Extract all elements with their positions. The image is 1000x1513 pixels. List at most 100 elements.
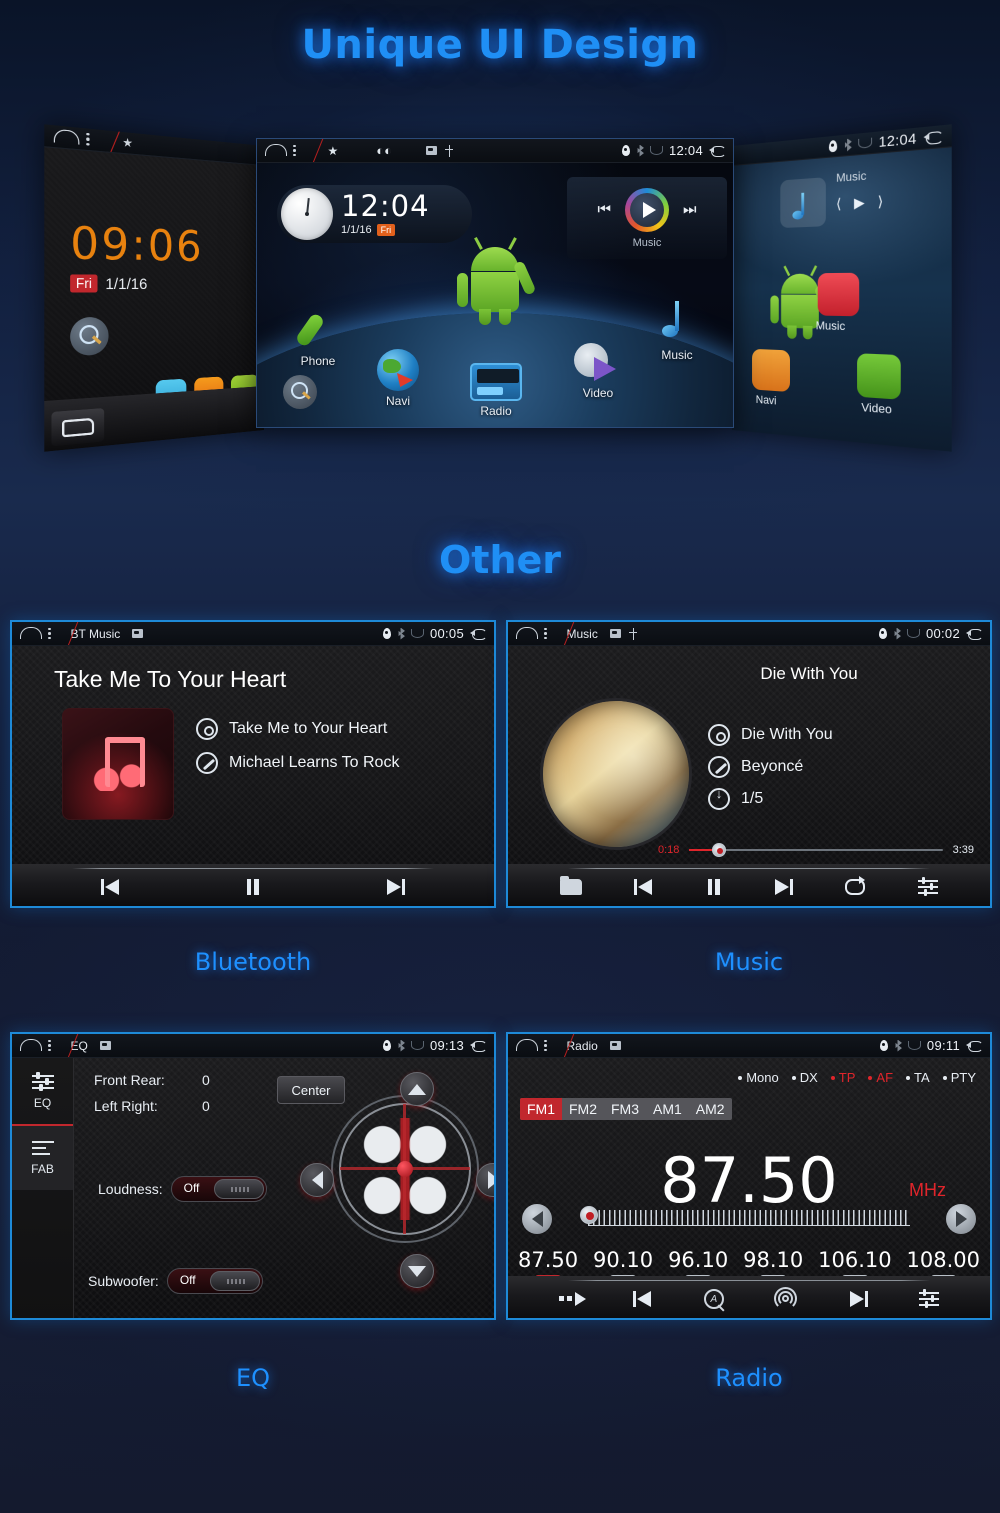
back-arrow-icon[interactable] [470,628,487,640]
fader-down-button[interactable] [400,1254,434,1288]
right-music-widget-card[interactable] [780,177,826,229]
flag-ta[interactable]: TA [906,1070,930,1085]
overflow-menu-icon[interactable] [86,132,90,146]
home-icon[interactable] [265,144,287,156]
flag-mono-label: Mono [746,1070,779,1085]
radio-statusbar-time: 09:11 [926,1038,960,1053]
center-statusbar-time: 12:04 [668,143,703,158]
home-icon[interactable] [516,627,538,639]
music-seek-slider[interactable] [689,843,943,857]
radio-tuner-icon [470,363,522,401]
center-clock-widget[interactable]: 12:04 1/1/16 Fri [277,185,472,243]
band-am2[interactable]: AM2 [689,1098,732,1120]
back-arrow-icon[interactable] [924,130,943,143]
next-button[interactable] [773,879,794,895]
artist-mic-icon [196,752,218,774]
flag-pty[interactable]: PTY [942,1070,976,1085]
play-icon[interactable] [625,187,669,232]
back-arrow-icon[interactable] [966,1040,983,1052]
radio-bottom-bar: A [508,1276,990,1318]
flag-mono[interactable]: Mono [738,1070,779,1085]
app-navi[interactable]: Navi [363,349,433,408]
apps-grid-icon[interactable]: ◐◐ [376,144,392,157]
tune-up-button[interactable] [946,1204,976,1234]
overflow-menu-icon[interactable] [48,1039,51,1052]
tab-fab[interactable]: FAB [12,1124,73,1190]
app-phone[interactable]: Phone [283,311,353,368]
tab-eq[interactable]: EQ [12,1058,73,1124]
tune-down-button[interactable] [522,1204,552,1234]
home-icon[interactable] [20,1039,42,1051]
location-pin-icon [878,628,887,639]
app-icon-video[interactable] [857,353,901,400]
fader-up-button[interactable] [400,1072,434,1106]
flag-tp[interactable]: TP [830,1070,855,1085]
back-arrow-icon[interactable] [709,145,726,157]
loudness-toggle[interactable]: Off [170,1176,267,1202]
overflow-menu-icon[interactable] [544,1039,547,1052]
pause-button[interactable] [707,879,721,895]
band-fm3[interactable]: FM3 [604,1098,646,1120]
overflow-menu-icon[interactable] [544,627,547,640]
app-radio[interactable]: Radio [454,363,538,418]
band-am1[interactable]: AM1 [646,1098,689,1120]
home-icon[interactable] [54,130,77,145]
folder-icon [560,876,583,895]
app-label-video: Video [582,386,614,400]
app-label-video: Video [861,401,892,417]
sd-card-icon [425,146,437,155]
center-music-widget[interactable]: ⏮ ⏭ Music [567,177,727,259]
band-fm1[interactable]: FM1 [520,1098,562,1120]
radio-dial-knob[interactable] [580,1206,598,1224]
app-video[interactable]: Video [563,343,633,400]
overflow-menu-icon[interactable] [48,627,51,640]
back-arrow-icon[interactable] [470,1040,487,1052]
radio-tuning-dial[interactable] [588,1210,910,1226]
equalizer-button[interactable] [918,1289,939,1308]
band-fm2[interactable]: FM2 [562,1098,604,1120]
car-seats-fader-icon[interactable] [330,1094,480,1244]
pause-button[interactable] [246,879,260,895]
seek-up-button[interactable] [848,1291,869,1307]
star-favorites-icon[interactable]: ★ [122,135,133,150]
music-progress[interactable]: 0:18 3:39 [658,843,974,857]
radio-flags: Mono DX TP AF TA PTY [738,1070,976,1085]
home-icon[interactable] [20,627,42,639]
eq-sliders-icon [31,1071,54,1091]
play-icon[interactable]: ▶ [854,194,865,212]
app-label-navi: Navi [755,393,777,408]
home-icon[interactable] [516,1039,538,1051]
fader-left-button[interactable] [300,1163,334,1197]
equalizer-button[interactable] [917,877,938,896]
flag-dx[interactable]: DX [791,1070,818,1085]
repeat-button[interactable] [845,876,866,895]
subwoofer-label: Subwoofer: [88,1273,159,1289]
flag-af-label: AF [876,1070,894,1085]
back-arrow-icon[interactable] [966,628,983,640]
auto-scan-button[interactable]: A [703,1289,724,1309]
skip-next-icon[interactable]: ⏭ [683,201,697,218]
next-button[interactable] [385,879,406,895]
usb-icon [445,144,454,157]
overflow-menu-icon[interactable] [293,144,296,157]
next-circle-icon[interactable]: ⟩ [878,193,884,211]
music-meta-index: 1/5 [708,786,833,810]
app-music[interactable]: Music [642,299,712,362]
car-icon[interactable] [51,408,105,447]
skip-previous-icon[interactable]: ⏮ [597,201,611,218]
star-favorites-icon[interactable]: ★ [328,144,339,158]
subwoofer-toggle[interactable]: Off [166,1268,263,1294]
search-magnifier-icon[interactable] [283,375,317,409]
left-search-icon[interactable] [70,316,109,357]
flag-af[interactable]: AF [868,1070,893,1085]
app-icon-navi[interactable] [752,348,790,393]
prev-circle-icon[interactable]: ⟨ [836,195,841,212]
previous-button[interactable] [100,879,121,895]
app-icon-music[interactable] [817,272,860,317]
seek-down-button[interactable] [633,1291,653,1307]
list-button[interactable] [559,1292,587,1306]
previous-button[interactable] [634,879,654,895]
antenna-button[interactable] [774,1287,798,1310]
folder-button[interactable] [560,876,583,895]
loudness-state: Off [183,1181,200,1195]
